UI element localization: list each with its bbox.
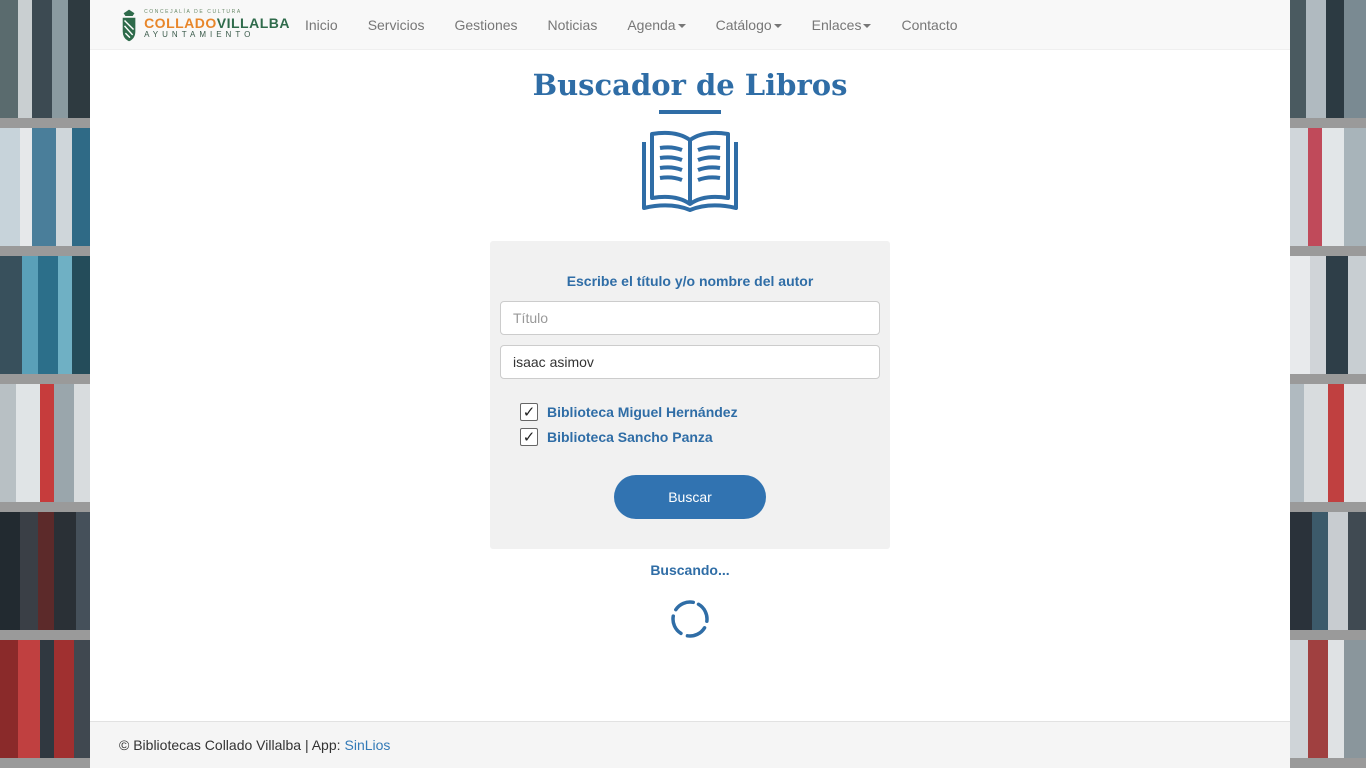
nav-contacto[interactable]: Contacto [886,1,972,49]
author-input[interactable] [500,345,880,379]
checkmark-icon: ✓ [522,428,536,446]
background-bookshelf-right [1290,0,1366,768]
nav-gestiones-label: Gestiones [454,16,518,33]
title-underline [659,110,721,114]
nav-noticias[interactable]: Noticias [533,1,613,49]
library-option-sancho-panza: ✓ Biblioteca Sancho Panza [520,424,880,449]
caret-down-icon [863,23,872,28]
checkmark-icon: ✓ [522,403,536,421]
checkbox-miguel-hernandez[interactable]: ✓ [520,402,538,421]
nav-agenda-label: Agenda [627,16,676,33]
library-label[interactable]: Biblioteca Sancho Panza [547,429,713,445]
page-container: CONCEJALÍA DE CULTURA COLLADOVILLALBA AY… [90,0,1290,768]
logo-brand: COLLADOVILLALBA [144,16,290,30]
library-label[interactable]: Biblioteca Miguel Hernández [547,404,738,420]
search-instructions: Escribe el título y/o nombre del autor [566,273,814,289]
nav-inicio[interactable]: Inicio [290,1,353,49]
search-status: Buscando... [650,562,730,578]
nav-inicio-label: Inicio [305,16,338,33]
title-input[interactable] [500,301,880,335]
checkbox-sancho-panza[interactable]: ✓ [520,427,538,446]
logo-ayuntamiento: AYUNTAMIENTO [144,30,255,39]
library-checkboxes: ✓ Biblioteca Miguel Hernández ✓ Bibliote… [500,399,880,449]
nav-enlaces-dropdown[interactable]: Enlaces [797,1,887,49]
nav-enlaces-label: Enlaces [811,16,862,33]
nav-catalogo-dropdown[interactable]: Catálogo [701,1,797,49]
footer-text: © Bibliotecas Collado Villalba | App: [119,737,341,753]
footer: © Bibliotecas Collado Villalba | App: Si… [90,721,1290,768]
navbar: CONCEJALÍA DE CULTURA COLLADOVILLALBA AY… [90,0,1290,50]
background-bookshelf-left [0,0,90,768]
nav-servicios-label: Servicios [367,16,425,33]
nav-noticias-label: Noticias [547,16,598,33]
caret-down-icon [773,23,782,28]
nav-catalogo-label: Catálogo [715,16,772,33]
crest-icon [122,9,136,41]
site-logo[interactable]: CONCEJALÍA DE CULTURA COLLADOVILLALBA AY… [120,3,290,47]
caret-down-icon [677,23,686,28]
nav-gestiones[interactable]: Gestiones [439,1,532,49]
main-nav: Inicio Servicios Gestiones Noticias Agen… [290,1,973,49]
loading-spinner-icon [671,600,709,638]
library-option-miguel-hernandez: ✓ Biblioteca Miguel Hernández [520,399,880,424]
logo-brand-part1: COLLADO [144,15,217,31]
nav-agenda-dropdown[interactable]: Agenda [612,1,700,49]
logo-brand-part2: VILLALBA [216,15,290,31]
footer-app-link[interactable]: SinLios [345,737,391,753]
search-button[interactable]: Buscar [614,475,766,519]
page-title: Buscador de Libros [532,68,848,102]
search-panel: Escribe el título y/o nombre del autor ✓… [490,241,890,549]
nav-servicios[interactable]: Servicios [353,1,440,49]
open-book-icon [642,130,738,212]
nav-contacto-label: Contacto [901,16,958,33]
